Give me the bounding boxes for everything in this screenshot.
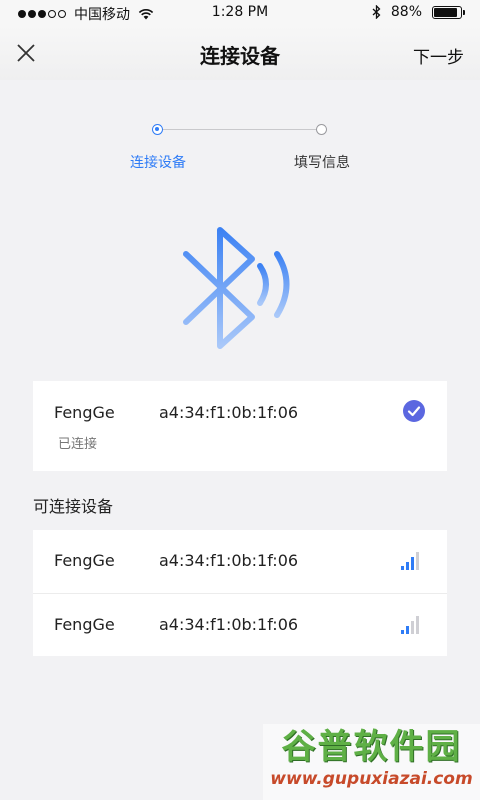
device-row[interactable]: FengGe a4:34:f1:0b:1f:06	[33, 593, 447, 656]
check-circle-icon[interactable]	[403, 400, 425, 422]
bluetooth-icon	[372, 5, 381, 19]
device-name: FengGe	[54, 615, 115, 634]
connection-status: 已连接	[58, 437, 98, 452]
device-mac: a4:34:f1:0b:1f:06	[159, 551, 299, 570]
next-step-button[interactable]: 下一步	[413, 43, 464, 68]
available-device-list: FengGe a4:34:f1:0b:1f:06 FengGe a4:34:f1…	[33, 530, 447, 656]
step-label-info: 填写信息	[294, 155, 350, 171]
battery-icon	[432, 5, 465, 19]
watermark-url: www.gupuxiazai.com	[270, 769, 473, 789]
watermark: 谷普软件园 www.gupuxiazai.com	[263, 724, 480, 800]
battery-fill	[434, 7, 457, 17]
stepper: 连接设备 填写信息	[0, 118, 480, 178]
status-bar: 中国移动 1:28 PM 88%	[0, 0, 480, 26]
status-right: 88%	[372, 4, 465, 20]
step-dot-info	[316, 124, 327, 135]
signal-strength-icon	[401, 552, 419, 570]
device-mac: a4:34:f1:0b:1f:06	[159, 615, 299, 634]
connected-device-card[interactable]: FengGe a4:34:f1:0b:1f:06 已连接	[33, 381, 447, 471]
device-mac: a4:34:f1:0b:1f:06	[159, 403, 299, 422]
step-connector	[158, 129, 322, 130]
step-dot-connect	[152, 124, 163, 135]
bluetooth-graphic-icon	[183, 227, 290, 349]
nav-bar: 连接设备 下一步	[0, 26, 480, 80]
device-row[interactable]: FengGe a4:34:f1:0b:1f:06	[33, 530, 447, 593]
signal-strength-icon	[401, 616, 419, 634]
watermark-title: 谷普软件园	[281, 727, 462, 767]
page-title: 连接设备	[200, 44, 280, 68]
device-name: FengGe	[54, 551, 115, 570]
device-name: FengGe	[54, 403, 115, 422]
battery-percent: 88%	[390, 4, 422, 20]
step-label-connect: 连接设备	[130, 155, 186, 171]
available-devices-title: 可连接设备	[33, 497, 114, 516]
